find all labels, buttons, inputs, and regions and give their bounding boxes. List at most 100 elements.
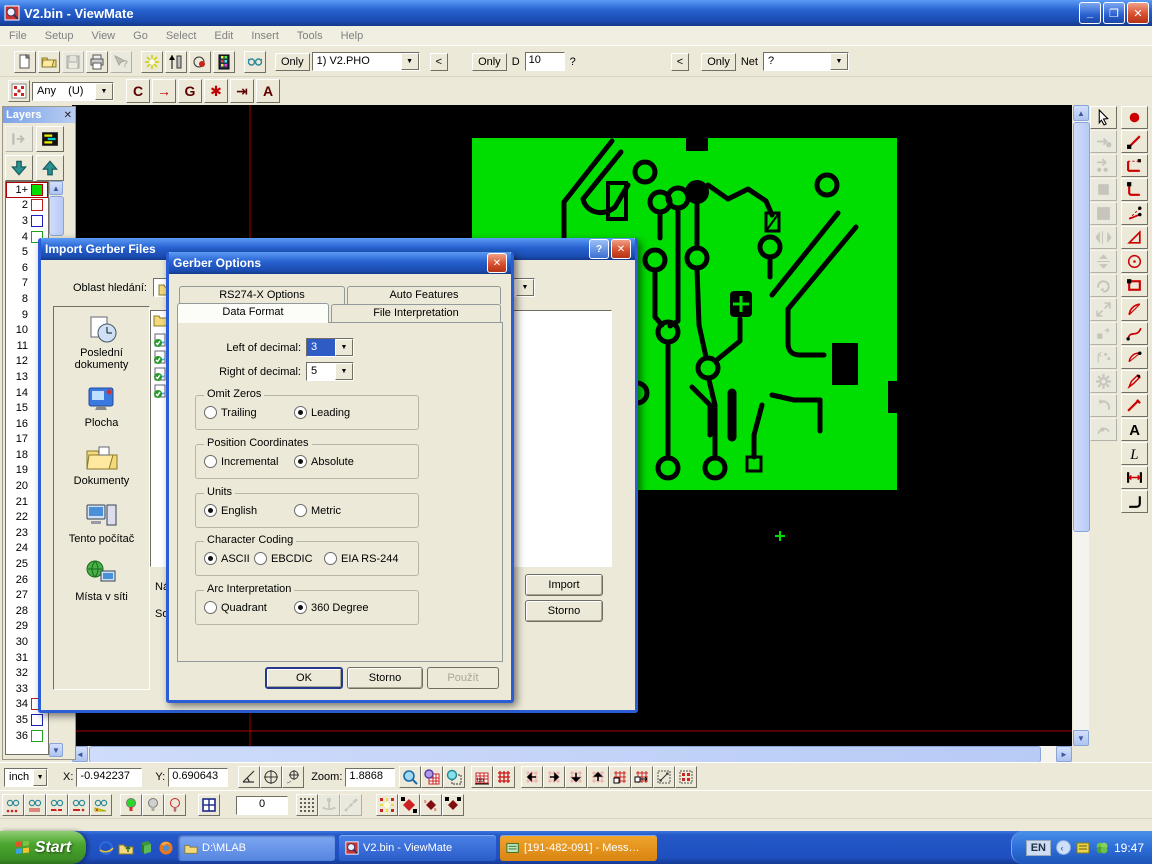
context-help-button[interactable]: ? — [110, 51, 132, 73]
square-tool-button[interactable] — [1090, 178, 1117, 201]
mirror-h-tool-button[interactable] — [1090, 250, 1117, 273]
cancel-button[interactable]: Storno — [347, 667, 423, 689]
zoom-value[interactable]: 1.8868 — [345, 768, 395, 787]
unit-dropdown-icon[interactable]: ▼ — [33, 769, 47, 786]
view-polygons-button[interactable] — [46, 794, 68, 816]
draw-sketch-tool-button[interactable] — [1121, 394, 1148, 417]
place-desktop[interactable]: Plocha — [54, 385, 149, 429]
layer-color-swatch[interactable] — [31, 215, 43, 227]
menu-setup[interactable]: Setup — [36, 28, 83, 44]
rel-origin-button[interactable] — [282, 766, 304, 788]
radio-icon[interactable] — [204, 601, 217, 614]
undo-arc-tool-button[interactable] — [1090, 394, 1117, 417]
highlight-off-button[interactable] — [142, 794, 164, 816]
radio-ebcdic[interactable]: EBCDIC — [254, 552, 313, 565]
radio-icon[interactable] — [294, 504, 307, 517]
layer-back-button[interactable]: < — [430, 53, 448, 71]
move-items-tool-button[interactable] — [1090, 154, 1117, 177]
tray-chevron-icon[interactable]: ‹ — [1056, 840, 1071, 855]
canvas-hscrollbar[interactable]: ◄ ► — [72, 746, 1072, 762]
layers-close-icon[interactable]: ✕ — [64, 110, 72, 121]
tab-file-interpretation[interactable]: File Interpretation — [331, 304, 501, 322]
zoom-grid-button[interactable] — [421, 766, 443, 788]
gerber-close-button[interactable]: ✕ — [487, 253, 507, 273]
quicklaunch-green-book-icon[interactable] — [138, 840, 154, 856]
highlight-on-button[interactable] — [120, 794, 142, 816]
layer-row[interactable]: 2 — [6, 198, 48, 214]
pan-left-button[interactable] — [521, 766, 543, 788]
draw-rect-tool-button[interactable] — [1121, 274, 1148, 297]
import-close-button[interactable]: ✕ — [611, 239, 631, 259]
layers-dock-left-button[interactable] — [5, 126, 33, 152]
view-lines-button[interactable] — [68, 794, 90, 816]
new-file-button[interactable] — [14, 51, 36, 73]
layer-row[interactable]: 1+ — [6, 182, 48, 198]
aperture-type-dropdown-icon[interactable]: ▼ — [95, 83, 113, 100]
highlight-outline-button[interactable] — [164, 794, 186, 816]
draw-curve-tool-button[interactable] — [1121, 322, 1148, 345]
radio-icon[interactable] — [324, 552, 337, 565]
pan-up-button[interactable] — [587, 766, 609, 788]
layer-combo[interactable]: 1) V2.PHO▼ — [312, 52, 420, 71]
radio-icon[interactable] — [204, 455, 217, 468]
window-tile-button[interactable] — [198, 794, 220, 816]
net-combo[interactable]: ?▼ — [763, 52, 849, 71]
red-circle-button[interactable] — [189, 51, 211, 73]
layer-row[interactable]: 3 — [6, 213, 48, 229]
radio-icon[interactable] — [294, 455, 307, 468]
radio-eia-rs-244[interactable]: EIA RS-244 — [324, 552, 398, 565]
draw-pad-tool-button[interactable] — [1121, 106, 1148, 129]
flash-mode-button[interactable] — [376, 794, 398, 816]
view-pads-button[interactable] — [2, 794, 24, 816]
print-button[interactable] — [86, 51, 108, 73]
draw-polyline-tool-button[interactable] — [1121, 154, 1148, 177]
right-of-decimal-combo[interactable]: 5 ▼ — [306, 362, 354, 381]
square2-tool-button[interactable] — [1090, 202, 1117, 225]
layer-combo-dropdown-icon[interactable]: ▼ — [401, 53, 419, 70]
mirror-v-tool-button[interactable] — [1090, 226, 1117, 249]
place-documents[interactable]: Dokumenty — [54, 443, 149, 487]
draw-pen-tool-button[interactable] — [1121, 370, 1148, 393]
radio-360-degree[interactable]: 360 Degree — [294, 601, 369, 614]
pad-mode-button[interactable] — [398, 794, 420, 816]
glasses-button[interactable] — [244, 51, 266, 73]
grid-step-button[interactable] — [631, 766, 653, 788]
draw-corner-tool-button[interactable] — [1121, 178, 1148, 201]
draw-arc-angle-tool-button[interactable] — [1121, 202, 1148, 225]
pad-mode2-button[interactable]: ss — [420, 794, 442, 816]
taskbar-task-2[interactable]: [191-482-091] - Mess… — [500, 835, 657, 861]
tab-data-format[interactable]: Data Format — [177, 303, 329, 323]
maximize-button[interactable]: ❐ — [1103, 2, 1125, 24]
resize-sel-button[interactable] — [653, 766, 675, 788]
draw-triangle-tool-button[interactable] — [1121, 226, 1148, 249]
scale-tool-button[interactable] — [1090, 298, 1117, 321]
dcode-input[interactable]: 10 — [525, 52, 565, 71]
only-layer-button[interactable]: Only — [275, 53, 310, 71]
tab-rs274x-options[interactable]: RS274-X Options — [179, 286, 345, 304]
import-button[interactable]: Import — [525, 574, 603, 596]
dcode-skip-button[interactable]: ⇥ — [230, 79, 254, 103]
draw-text-tool-button[interactable]: A — [1121, 418, 1148, 441]
draw-label-tool-button[interactable]: L — [1121, 442, 1148, 465]
pad-mode3-button[interactable] — [442, 794, 464, 816]
dot-grid-button[interactable] — [296, 794, 318, 816]
draw-elbow-tool-button[interactable] — [1121, 490, 1148, 513]
dcode-text-button[interactable]: A — [256, 79, 280, 103]
dcode-g-button[interactable]: G — [178, 79, 202, 103]
film-button[interactable] — [213, 51, 235, 73]
zoom-select-button[interactable] — [443, 766, 465, 788]
scroll-right-button[interactable]: ► — [1056, 746, 1072, 762]
transform-tool-button[interactable] — [1090, 346, 1117, 369]
only-net-button[interactable]: Only — [701, 53, 736, 71]
layers-scroll-up[interactable]: ▲ — [49, 181, 63, 195]
vscroll-thumb[interactable] — [1073, 122, 1090, 532]
menu-go[interactable]: Go — [124, 28, 157, 44]
place-recent[interactable]: Poslední dokumenty — [54, 315, 149, 371]
radio-quadrant[interactable]: Quadrant — [204, 601, 267, 614]
grid-red-button[interactable] — [493, 766, 515, 788]
draw-circle-tool-button[interactable] — [1121, 250, 1148, 273]
layer-row[interactable]: 35 — [6, 712, 48, 728]
open-folder-button[interactable] — [38, 51, 60, 73]
radio-icon[interactable] — [294, 406, 307, 419]
taskbar-task-0[interactable]: D:\MLAB — [178, 835, 335, 861]
